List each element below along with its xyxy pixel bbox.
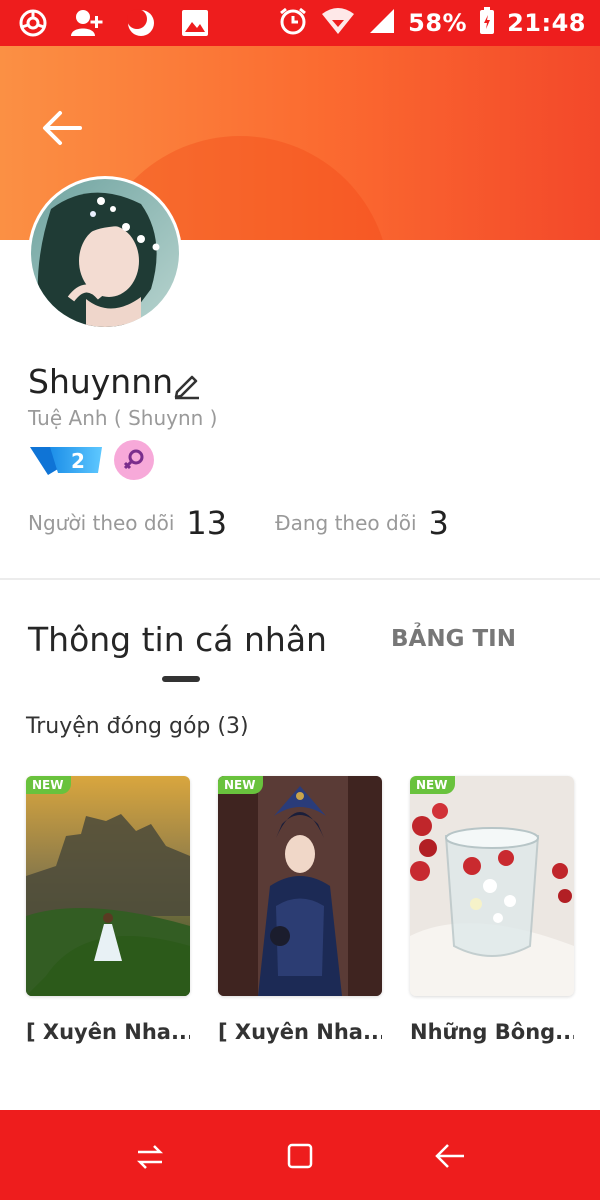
story-cover-image	[410, 776, 574, 996]
follow-stats: Người theo dõi 13 Đang theo dõi 3	[28, 504, 449, 542]
story-card[interactable]: NEW [ Xuyên Nha...	[26, 776, 190, 1044]
followers-count[interactable]: 13	[186, 504, 227, 542]
system-nav-bar	[0, 1110, 600, 1200]
home-icon	[287, 1143, 313, 1169]
contributions-title: Truyện đóng góp (3)	[26, 714, 249, 739]
status-bar: 58% 21:48	[0, 0, 600, 46]
recent-apps-button[interactable]	[130, 1136, 170, 1176]
avatar[interactable]	[28, 176, 182, 330]
edit-profile-button[interactable]	[172, 370, 202, 400]
clock: 21:48	[507, 9, 586, 37]
following-label[interactable]: Đang theo dõi	[275, 511, 416, 535]
moon-icon	[124, 6, 158, 40]
add-user-icon	[70, 6, 104, 40]
section-divider	[0, 578, 600, 580]
story-card[interactable]: NEW Những Bông...	[410, 776, 574, 1044]
avatar-image	[31, 179, 179, 327]
story-title: Những Bông...	[410, 1020, 574, 1044]
story-cover-image	[26, 776, 190, 996]
female-gender-icon	[114, 440, 154, 480]
alarm-icon	[278, 6, 308, 40]
back-button[interactable]	[36, 102, 88, 154]
nav-back-button[interactable]	[430, 1136, 470, 1176]
battery-icon	[479, 7, 495, 39]
following-count[interactable]: 3	[429, 504, 449, 542]
new-badge: NEW	[218, 776, 264, 794]
tab-personal-info[interactable]: Thông tin cá nhân	[28, 620, 327, 659]
back-arrow-icon	[43, 111, 82, 145]
story-title: [ Xuyên Nha...	[218, 1020, 382, 1044]
pencil-icon	[174, 375, 199, 400]
new-badge: NEW	[26, 776, 72, 794]
username: Shuynnn	[28, 362, 174, 401]
tab-news-feed[interactable]: BẢNG TIN	[391, 626, 516, 652]
story-cover-image	[218, 776, 382, 996]
image-icon	[178, 6, 212, 40]
level-badge: 2	[28, 441, 104, 479]
followers-label[interactable]: Người theo dõi	[28, 511, 174, 535]
story-cover: NEW	[410, 776, 574, 996]
new-badge: NEW	[410, 776, 456, 794]
full-name: Tuệ Anh ( Shuynn )	[28, 406, 218, 430]
story-card[interactable]: NEW [ Xuyên Nha...	[218, 776, 382, 1044]
story-title: [ Xuyên Nha...	[26, 1020, 190, 1044]
level-number: 2	[71, 449, 85, 473]
signal-icon	[368, 7, 396, 39]
app-icon	[16, 6, 50, 40]
tab-indicator	[162, 676, 200, 682]
back-icon	[435, 1144, 464, 1168]
wifi-icon	[320, 6, 356, 40]
recent-apps-icon	[136, 1145, 164, 1169]
badges: 2	[28, 440, 154, 480]
home-button[interactable]	[280, 1136, 320, 1176]
battery-percent: 58%	[408, 9, 468, 37]
story-cover: NEW	[218, 776, 382, 996]
story-cover: NEW	[26, 776, 190, 996]
